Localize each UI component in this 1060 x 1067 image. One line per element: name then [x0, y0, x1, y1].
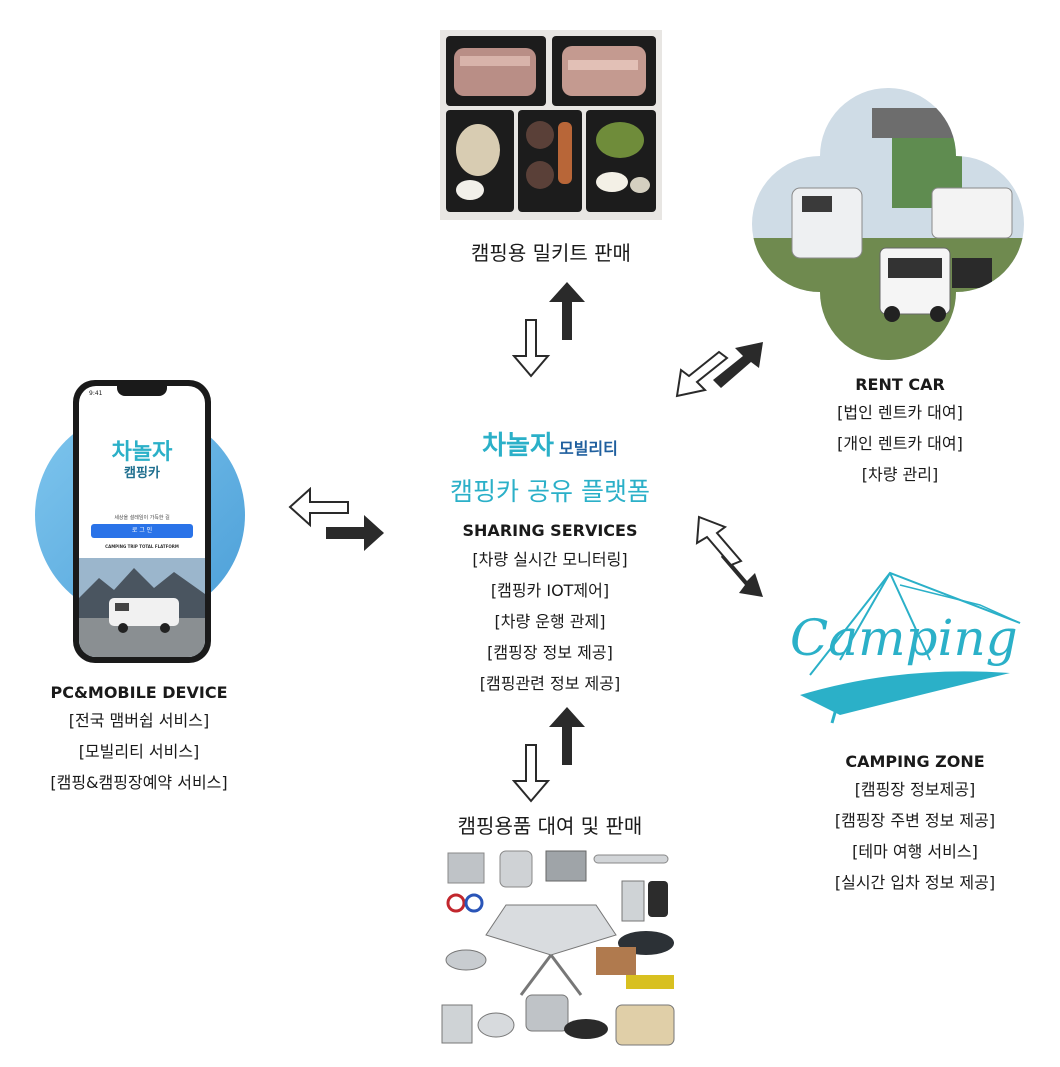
meal-kit-label: 캠핑용 밀키트 판매	[471, 241, 631, 265]
left-heading: PC&MOBILE DEVICE	[50, 683, 228, 702]
updown-arrow-top-icon	[511, 280, 586, 378]
phone-rv-image	[79, 558, 205, 657]
phone-status-time: 9:41	[89, 390, 103, 397]
rent-car-item: [개인 렌트카 대여]	[837, 434, 963, 453]
updown-arrow-bottom-icon	[511, 705, 586, 803]
camping-logo-text: Camping	[790, 609, 1018, 667]
left-service-item: [캠핑&캠핑장예약 서비스]	[50, 773, 228, 792]
camping-logo: Camping	[780, 565, 1030, 730]
rent-car-item: [법인 렌트카 대여]	[837, 403, 963, 422]
camping-zone-heading: CAMPING ZONE	[845, 752, 985, 771]
rent-car-heading: RENT CAR	[855, 375, 945, 394]
camping-gear-label: 캠핑용품 대여 및 판매	[457, 814, 643, 838]
center-service-item: [캠핑장 정보 제공]	[487, 643, 613, 662]
camping-zone-item: [캠핑장 주변 정보 제공]	[834, 811, 996, 830]
camping-zone-service-list: [캠핑장 정보제공] [캠핑장 주변 정보 제공] [테마 여행 서비스] [실…	[795, 774, 1035, 898]
camping-zone-item: [캠핑장 정보제공]	[854, 780, 976, 799]
center-title: 캠핑카 공유 플랫폼	[450, 477, 650, 506]
meal-kit-image	[440, 30, 662, 220]
camping-gear-image	[436, 845, 680, 1050]
center-service-item: [차량 운행 관제]	[494, 612, 606, 631]
camping-zone-item: [실시간 입차 정보 제공]	[834, 873, 996, 892]
center-service-item: [캠핑카 IOT제어]	[490, 581, 610, 600]
diagonal-arrow-downright-icon	[695, 515, 767, 599]
rent-car-item: [차량 관리]	[861, 465, 939, 484]
center-logo-suffix: 모빌리티	[558, 439, 618, 458]
phone-mockup: 9:41 차놀자 캠핑카 세상을 설레임이 가득한 길 로 그 인 CAMPIN…	[73, 380, 211, 663]
left-service-item: [모빌리티 서비스]	[78, 742, 200, 761]
center-logo: 차놀자	[482, 431, 554, 461]
phone-notch	[117, 386, 167, 396]
phone-footer: CAMPING TRIP TOTAL FLATFORM	[105, 544, 179, 549]
center-service-item: [차량 실시간 모니터링]	[472, 550, 628, 569]
left-service-item: [전국 맴버쉽 서비스]	[68, 711, 210, 730]
center-heading: SHARING SERVICES	[462, 521, 638, 540]
center-service-item: [캠핑관련 정보 제공]	[479, 674, 621, 693]
diagonal-arrow-upright-icon	[675, 338, 765, 400]
center-service-list: [차량 실시간 모니터링] [캠핑카 IOT제어] [차량 운행 관제] [캠핑…	[398, 544, 702, 699]
leftright-arrow-icon	[288, 486, 386, 553]
phone-tagline: 세상을 설레임이 가득한 길	[114, 515, 170, 521]
phone-logo-sub: 캠핑카	[124, 466, 160, 481]
rent-car-image	[752, 88, 1024, 360]
rent-car-service-list: [법인 렌트카 대여] [개인 렌트카 대여] [차량 관리]	[780, 397, 1020, 490]
center-logo-row: 차놀자 모빌리티	[438, 425, 662, 465]
camping-zone-item: [테마 여행 서비스]	[852, 842, 978, 861]
phone-login-button[interactable]: 로 그 인	[91, 524, 193, 538]
left-service-list: [전국 맴버쉽 서비스] [모빌리티 서비스] [캠핑&캠핑장예약 서비스]	[0, 705, 278, 798]
